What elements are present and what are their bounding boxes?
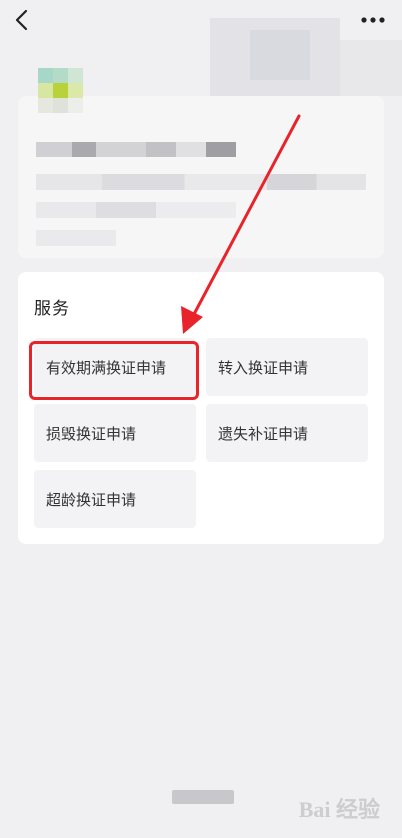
service-over-age-renewal[interactable]: 超龄换证申请 [34,470,196,528]
service-label: 损毁换证申请 [46,424,137,443]
watermark: Bai 经验 [299,792,380,824]
service-lost-reissue[interactable]: 遗失补证申请 [206,404,368,462]
services-card: 服务 有效期满换证申请 转入换证申请 损毁换证申请 遗失补证申请 超龄换证申请 [18,272,384,544]
service-label: 超龄换证申请 [46,490,137,509]
blurred-text-line [36,174,366,190]
back-button[interactable] [8,6,36,34]
more-button[interactable] [356,8,390,32]
top-bar [0,0,402,44]
services-title: 服务 [34,299,70,319]
service-label: 转入换证申请 [218,358,309,377]
chevron-left-icon [15,9,28,31]
service-transfer-in[interactable]: 转入换证申请 [206,338,368,396]
blurred-text-line [36,230,116,246]
service-damaged-replacement[interactable]: 损毁换证申请 [34,404,196,462]
avatar [38,68,84,128]
profile-card [18,68,384,258]
service-renewal-expiry[interactable]: 有效期满换证申请 [34,338,196,396]
service-label: 遗失补证申请 [218,424,309,443]
blurred-text-line [36,142,236,157]
blurred-banner-block [340,40,402,96]
blurred-text-line [36,202,236,218]
blurred-banner-block [250,30,310,80]
more-horizontal-icon [361,17,385,23]
home-indicator [172,790,234,804]
service-label: 有效期满换证申请 [46,358,167,377]
watermark-text: Bai 经验 [298,797,380,822]
